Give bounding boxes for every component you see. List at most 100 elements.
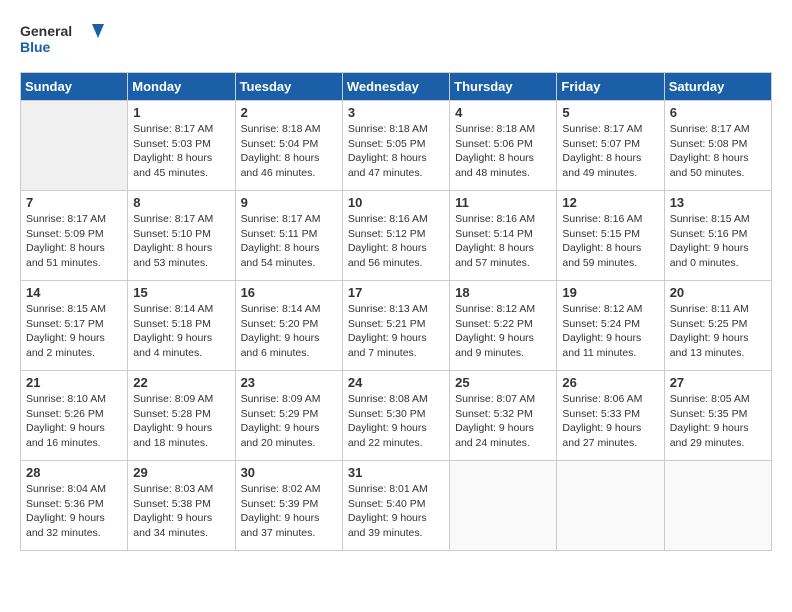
day-number: 17 xyxy=(348,285,444,300)
calendar-cell: 5 Sunrise: 8:17 AMSunset: 5:07 PMDaylight… xyxy=(557,101,664,191)
weekday-header-tuesday: Tuesday xyxy=(235,73,342,101)
day-number: 25 xyxy=(455,375,551,390)
day-number: 21 xyxy=(26,375,122,390)
day-info: Sunrise: 8:12 AMSunset: 5:22 PMDaylight:… xyxy=(455,302,551,361)
calendar-cell: 22 Sunrise: 8:09 AMSunset: 5:28 PMDayligh… xyxy=(128,371,235,461)
calendar-cell: 23 Sunrise: 8:09 AMSunset: 5:29 PMDayligh… xyxy=(235,371,342,461)
day-number: 10 xyxy=(348,195,444,210)
day-info: Sunrise: 8:12 AMSunset: 5:24 PMDaylight:… xyxy=(562,302,658,361)
weekday-header-saturday: Saturday xyxy=(664,73,771,101)
day-info: Sunrise: 8:17 AMSunset: 5:11 PMDaylight:… xyxy=(241,212,337,271)
calendar-cell: 12 Sunrise: 8:16 AMSunset: 5:15 PMDayligh… xyxy=(557,191,664,281)
day-info: Sunrise: 8:09 AMSunset: 5:29 PMDaylight:… xyxy=(241,392,337,451)
day-number: 6 xyxy=(670,105,766,120)
day-info: Sunrise: 8:13 AMSunset: 5:21 PMDaylight:… xyxy=(348,302,444,361)
weekday-header-sunday: Sunday xyxy=(21,73,128,101)
day-info: Sunrise: 8:14 AMSunset: 5:20 PMDaylight:… xyxy=(241,302,337,361)
weekday-header-monday: Monday xyxy=(128,73,235,101)
day-number: 19 xyxy=(562,285,658,300)
day-number: 12 xyxy=(562,195,658,210)
day-number: 11 xyxy=(455,195,551,210)
day-number: 5 xyxy=(562,105,658,120)
calendar-week-row: 1 Sunrise: 8:17 AMSunset: 5:03 PMDaylight… xyxy=(21,101,772,191)
calendar-cell: 24Sunrise: 8:08 AMSunset: 5:30 PMDayligh… xyxy=(342,371,449,461)
calendar-cell: 1 Sunrise: 8:17 AMSunset: 5:03 PMDaylight… xyxy=(128,101,235,191)
calendar-cell: 2Sunrise: 8:18 AMSunset: 5:04 PMDaylight… xyxy=(235,101,342,191)
weekday-header-row: SundayMondayTuesdayWednesdayThursdayFrid… xyxy=(21,73,772,101)
day-number: 27 xyxy=(670,375,766,390)
day-info: Sunrise: 8:17 AMSunset: 5:09 PMDaylight:… xyxy=(26,212,122,271)
day-info: Sunrise: 8:17 AMSunset: 5:10 PMDaylight:… xyxy=(133,212,229,271)
calendar-cell xyxy=(21,101,128,191)
calendar-cell: 18 Sunrise: 8:12 AMSunset: 5:22 PMDayligh… xyxy=(450,281,557,371)
calendar-week-row: 14 Sunrise: 8:15 AMSunset: 5:17 PMDayligh… xyxy=(21,281,772,371)
day-info: Sunrise: 8:16 AMSunset: 5:15 PMDaylight:… xyxy=(562,212,658,271)
calendar-week-row: 21 Sunrise: 8:10 AMSunset: 5:26 PMDayligh… xyxy=(21,371,772,461)
day-info: Sunrise: 8:03 AMSunset: 5:38 PMDaylight:… xyxy=(133,482,229,541)
day-number: 4 xyxy=(455,105,551,120)
day-info: Sunrise: 8:18 AMSunset: 5:04 PMDaylight:… xyxy=(241,122,337,181)
day-number: 16 xyxy=(241,285,337,300)
day-number: 20 xyxy=(670,285,766,300)
day-info: Sunrise: 8:18 AMSunset: 5:06 PMDaylight:… xyxy=(455,122,551,181)
calendar-cell: 7Sunrise: 8:17 AMSunset: 5:09 PMDaylight… xyxy=(21,191,128,281)
calendar-cell: 26Sunrise: 8:06 AMSunset: 5:33 PMDayligh… xyxy=(557,371,664,461)
day-number: 18 xyxy=(455,285,551,300)
calendar-cell: 31Sunrise: 8:01 AMSunset: 5:40 PMDayligh… xyxy=(342,461,449,551)
day-number: 9 xyxy=(241,195,337,210)
svg-text:Blue: Blue xyxy=(20,39,51,55)
day-info: Sunrise: 8:07 AMSunset: 5:32 PMDaylight:… xyxy=(455,392,551,451)
day-info: Sunrise: 8:09 AMSunset: 5:28 PMDaylight:… xyxy=(133,392,229,451)
calendar-cell: 11 Sunrise: 8:16 AMSunset: 5:14 PMDayligh… xyxy=(450,191,557,281)
calendar-cell xyxy=(450,461,557,551)
calendar-cell: 3Sunrise: 8:18 AMSunset: 5:05 PMDaylight… xyxy=(342,101,449,191)
day-info: Sunrise: 8:16 AMSunset: 5:12 PMDaylight:… xyxy=(348,212,444,271)
logo-svg: General Blue xyxy=(20,20,110,62)
calendar-cell xyxy=(664,461,771,551)
day-number: 22 xyxy=(133,375,229,390)
calendar-cell: 10 Sunrise: 8:16 AMSunset: 5:12 PMDayligh… xyxy=(342,191,449,281)
day-info: Sunrise: 8:17 AMSunset: 5:08 PMDaylight:… xyxy=(670,122,766,181)
day-info: Sunrise: 8:14 AMSunset: 5:18 PMDaylight:… xyxy=(133,302,229,361)
calendar-cell: 19 Sunrise: 8:12 AMSunset: 5:24 PMDayligh… xyxy=(557,281,664,371)
day-number: 23 xyxy=(241,375,337,390)
calendar-cell: 20 Sunrise: 8:11 AMSunset: 5:25 PMDayligh… xyxy=(664,281,771,371)
day-info: Sunrise: 8:04 AMSunset: 5:36 PMDaylight:… xyxy=(26,482,122,541)
day-info: Sunrise: 8:15 AMSunset: 5:16 PMDaylight:… xyxy=(670,212,766,271)
day-number: 13 xyxy=(670,195,766,210)
calendar-cell: 14 Sunrise: 8:15 AMSunset: 5:17 PMDayligh… xyxy=(21,281,128,371)
calendar-cell: 28 Sunrise: 8:04 AMSunset: 5:36 PMDayligh… xyxy=(21,461,128,551)
day-number: 8 xyxy=(133,195,229,210)
day-number: 1 xyxy=(133,105,229,120)
day-info: Sunrise: 8:15 AMSunset: 5:17 PMDaylight:… xyxy=(26,302,122,361)
calendar-cell: 15 Sunrise: 8:14 AMSunset: 5:18 PMDayligh… xyxy=(128,281,235,371)
calendar-cell: 6 Sunrise: 8:17 AMSunset: 5:08 PMDaylight… xyxy=(664,101,771,191)
day-number: 28 xyxy=(26,465,122,480)
svg-text:General: General xyxy=(20,23,72,39)
day-number: 30 xyxy=(241,465,337,480)
calendar-cell: 8 Sunrise: 8:17 AMSunset: 5:10 PMDaylight… xyxy=(128,191,235,281)
calendar-cell: 13 Sunrise: 8:15 AMSunset: 5:16 PMDayligh… xyxy=(664,191,771,281)
calendar-cell xyxy=(557,461,664,551)
calendar-cell: 16 Sunrise: 8:14 AMSunset: 5:20 PMDayligh… xyxy=(235,281,342,371)
day-info: Sunrise: 8:17 AMSunset: 5:07 PMDaylight:… xyxy=(562,122,658,181)
calendar-cell: 25 Sunrise: 8:07 AMSunset: 5:32 PMDayligh… xyxy=(450,371,557,461)
day-number: 24 xyxy=(348,375,444,390)
day-number: 31 xyxy=(348,465,444,480)
day-info: Sunrise: 8:16 AMSunset: 5:14 PMDaylight:… xyxy=(455,212,551,271)
calendar-cell: 30Sunrise: 8:02 AMSunset: 5:39 PMDayligh… xyxy=(235,461,342,551)
calendar-week-row: 28 Sunrise: 8:04 AMSunset: 5:36 PMDayligh… xyxy=(21,461,772,551)
calendar-cell: 27 Sunrise: 8:05 AMSunset: 5:35 PMDayligh… xyxy=(664,371,771,461)
calendar-cell: 9 Sunrise: 8:17 AMSunset: 5:11 PMDaylight… xyxy=(235,191,342,281)
calendar-week-row: 7Sunrise: 8:17 AMSunset: 5:09 PMDaylight… xyxy=(21,191,772,281)
calendar-cell: 17 Sunrise: 8:13 AMSunset: 5:21 PMDayligh… xyxy=(342,281,449,371)
day-info: Sunrise: 8:05 AMSunset: 5:35 PMDaylight:… xyxy=(670,392,766,451)
day-info: Sunrise: 8:10 AMSunset: 5:26 PMDaylight:… xyxy=(26,392,122,451)
day-info: Sunrise: 8:17 AMSunset: 5:03 PMDaylight:… xyxy=(133,122,229,181)
day-info: Sunrise: 8:11 AMSunset: 5:25 PMDaylight:… xyxy=(670,302,766,361)
calendar-cell: 29Sunrise: 8:03 AMSunset: 5:38 PMDayligh… xyxy=(128,461,235,551)
day-number: 15 xyxy=(133,285,229,300)
day-number: 14 xyxy=(26,285,122,300)
logo: General Blue xyxy=(20,20,110,62)
day-info: Sunrise: 8:06 AMSunset: 5:33 PMDaylight:… xyxy=(562,392,658,451)
